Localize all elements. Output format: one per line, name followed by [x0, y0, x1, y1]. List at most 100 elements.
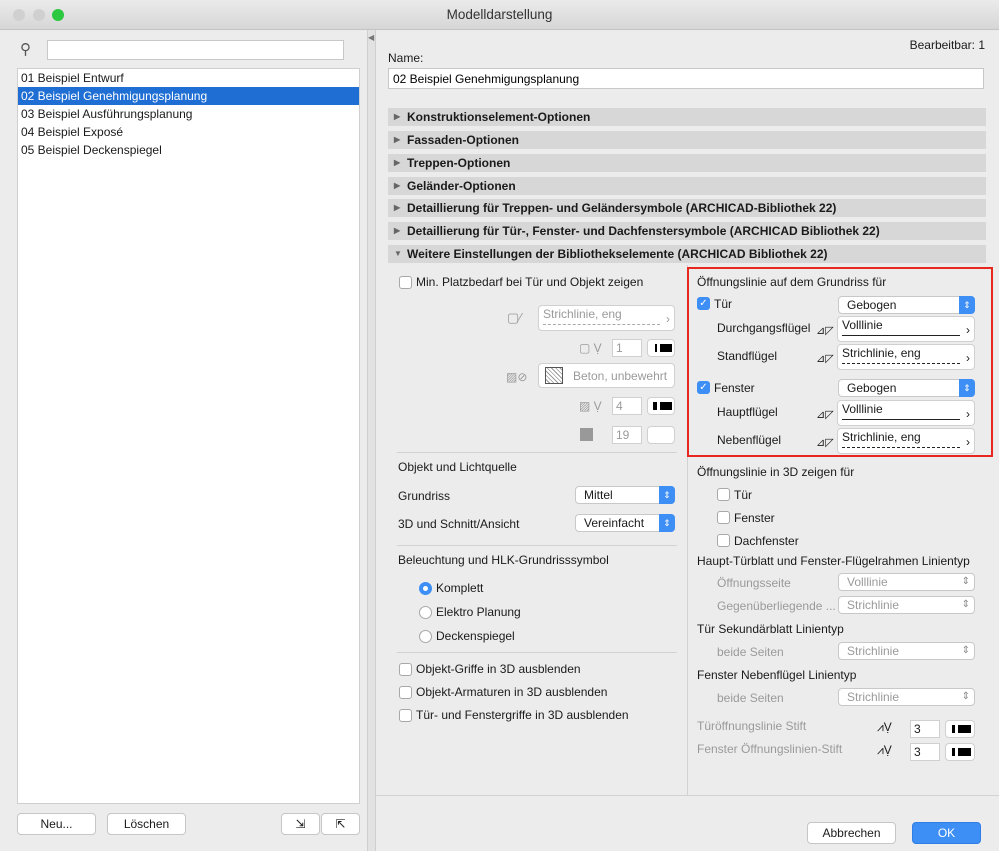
window-title: Modelldarstellung [446, 7, 553, 22]
disclosure-icon: ▶ [394, 135, 401, 144]
hide-door-handles-checkbox[interactable] [399, 709, 412, 722]
fill-swatch [545, 367, 563, 384]
door-checkbox[interactable]: ✓ [697, 297, 710, 310]
pen2-field[interactable]: 3 [910, 743, 940, 761]
pen1-field[interactable]: 3 [910, 720, 940, 738]
window-checkbox[interactable]: ✓ [697, 381, 710, 394]
name-input[interactable] [388, 68, 984, 89]
export-button[interactable]: ⇱ [321, 813, 360, 835]
grundriss-label: Grundriss [398, 489, 451, 503]
ok-button[interactable]: OK [912, 822, 981, 844]
opening3d-heading: Öffnungslinie in 3D zeigen für [697, 465, 855, 479]
zoom-button[interactable] [52, 9, 64, 21]
schnitt-label: 3D und Schnitt/Ansicht [398, 517, 520, 531]
solid-line-preview [842, 419, 960, 420]
min-space-checkbox[interactable] [399, 276, 412, 289]
line-icon: ▢⁄ [507, 310, 522, 325]
disclosure-icon: ▶ [394, 181, 401, 190]
chevron-updown-icon: ⇕ [959, 296, 975, 314]
min-fill-button[interactable]: Beton, unbewehrt [538, 363, 675, 388]
window-select[interactable]: Gebogen ⇕ [838, 379, 975, 397]
list-item[interactable]: 01 Beispiel Entwurf [18, 69, 359, 87]
door-main-linetype[interactable]: Volllinie › [837, 316, 975, 342]
3d-window-checkbox[interactable] [717, 511, 730, 524]
pen-weight-button[interactable] [647, 426, 675, 444]
win-second-linetype[interactable]: Strichlinie, eng › [837, 428, 975, 454]
main-lt-heading: Haupt-Türblatt und Fenster-Flügelrahmen … [697, 554, 970, 568]
section-konstruktion[interactable]: ▶ Konstruktionselement-Optionen [388, 108, 986, 126]
search-icon: ⚲ [20, 41, 31, 58]
linetype-value: Strichlinie, eng [842, 346, 921, 360]
section-weitere[interactable]: ▼ Weitere Einstellungen der Bibliotheksel… [388, 245, 986, 263]
win-sec-select[interactable]: Strichlinie ⇕ [838, 688, 975, 706]
disclosure-icon: ▶ [394, 203, 401, 212]
swing-icon: ⊿◸ [816, 437, 834, 449]
chevron-updown-icon: ⇕ [961, 576, 970, 587]
list-item[interactable]: 02 Beispiel Genehmigungsplanung [18, 87, 359, 105]
chevron-updown-icon: ⇕ [959, 379, 975, 397]
min-pen2-field[interactable]: 4 [612, 397, 642, 415]
checkbox-label: Tür [734, 488, 752, 502]
divider [397, 652, 677, 653]
opposite-side-select[interactable]: Strichlinie ⇕ [838, 596, 975, 614]
section-treppen-detail[interactable]: ▶ Detaillierung für Treppen- und Geländer… [388, 199, 986, 217]
chevron-right-icon: › [966, 435, 970, 449]
section-label: Fassaden-Optionen [407, 133, 520, 147]
collapse-icon[interactable]: ◀ [368, 33, 374, 42]
win-main-linetype[interactable]: Volllinie › [837, 400, 975, 426]
radio-label: Komplett [436, 581, 484, 595]
pen1-label: Türöffnungslinie Stift [697, 719, 807, 733]
close-button[interactable] [13, 9, 25, 21]
door-sec-select[interactable]: Strichlinie ⇕ [838, 642, 975, 660]
pen-icon: ▨ Ṿ [579, 399, 602, 413]
3d-skylight-checkbox[interactable] [717, 534, 730, 547]
select-value: Vereinfacht [584, 516, 645, 530]
radio-komplett[interactable] [419, 582, 432, 595]
radio-label: Elektro Planung [436, 605, 521, 619]
min-space-label: Min. Platzbedarf bei Tür und Objekt zeig… [416, 275, 644, 289]
section-gelaender[interactable]: ▶ Geländer-Optionen [388, 177, 986, 195]
list-item[interactable]: 04 Beispiel Exposé [18, 123, 359, 141]
minimize-button[interactable] [33, 9, 45, 21]
search-input[interactable] [47, 40, 344, 60]
section-label: Konstruktionselement-Optionen [407, 110, 591, 124]
import-button[interactable]: ⇲ [281, 813, 320, 835]
section-treppen[interactable]: ▶ Treppen-Optionen [388, 154, 986, 172]
chevron-updown-icon: ⇕ [659, 514, 675, 532]
pen-weight-button[interactable] [647, 339, 675, 357]
checkbox-label: Fenster [734, 511, 775, 525]
min-pen3-field[interactable]: 19 [612, 426, 642, 444]
section-label: Detaillierung für Tür-, Fenster- und Dac… [407, 224, 880, 238]
row-label: Öffnungsseite [717, 576, 791, 590]
section-tuer-detail[interactable]: ▶ Detaillierung für Tür-, Fenster- und Da… [388, 222, 986, 240]
new-button[interactable]: Neu... [17, 813, 96, 835]
list-item[interactable]: 03 Beispiel Ausführungsplanung [18, 105, 359, 123]
section-fassaden[interactable]: ▶ Fassaden-Optionen [388, 131, 986, 149]
splitter[interactable]: ◀ [368, 30, 376, 851]
hide-handles-checkbox[interactable] [399, 663, 412, 676]
select-value: Volllinie [847, 575, 888, 589]
pen-weight-button[interactable] [647, 397, 675, 415]
opening-side-select[interactable]: Volllinie ⇕ [838, 573, 975, 591]
schnitt-select[interactable]: Vereinfacht ⇕ [575, 514, 675, 532]
grundriss-select[interactable]: Mittel ⇕ [575, 486, 675, 504]
radio-elektro[interactable] [419, 606, 432, 619]
pen-weight-button[interactable] [945, 743, 975, 761]
chevron-right-icon: › [666, 312, 670, 326]
list-item[interactable]: 05 Beispiel Deckenspiegel [18, 141, 359, 159]
pen-icon: ⩘Ṿ [877, 743, 892, 757]
window-label: Fenster [714, 381, 755, 395]
door-select[interactable]: Gebogen ⇕ [838, 296, 975, 314]
min-pen1-field[interactable]: 1 [612, 339, 642, 357]
pen-weight-button[interactable] [945, 720, 975, 738]
preset-list[interactable]: 01 Beispiel Entwurf 02 Beispiel Genehmig… [17, 68, 360, 804]
chevron-updown-icon: ⇕ [961, 599, 970, 610]
cancel-button[interactable]: Abbrechen [807, 822, 896, 844]
door-second-linetype[interactable]: Strichlinie, eng › [837, 344, 975, 370]
hide-fittings-checkbox[interactable] [399, 686, 412, 699]
3d-door-checkbox[interactable] [717, 488, 730, 501]
chevron-updown-icon: ⇕ [659, 486, 675, 504]
min-linetype-button[interactable]: Strichlinie, eng › [538, 305, 675, 331]
radio-deckenspiegel[interactable] [419, 630, 432, 643]
delete-button[interactable]: Löschen [107, 813, 186, 835]
